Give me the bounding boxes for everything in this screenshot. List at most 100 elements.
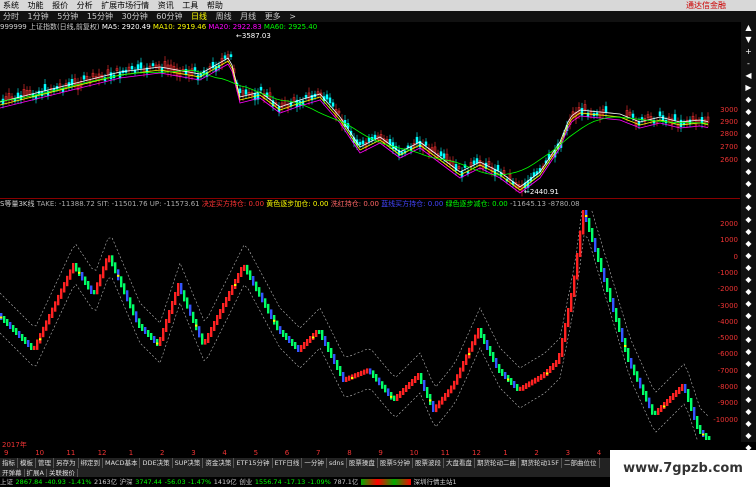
indicator-dot: [156, 342, 159, 345]
server-label[interactable]: 深圳行情主站1: [414, 478, 457, 486]
tf-more-arrow[interactable]: >: [286, 11, 299, 22]
tab-10[interactable]: ETF日线: [273, 458, 303, 468]
side-tool-32[interactable]: ◆: [741, 406, 756, 418]
indicator-bar: [423, 380, 426, 391]
tab-3[interactable]: 另存为: [54, 458, 79, 468]
side-tool-26[interactable]: ◆: [741, 334, 756, 346]
menu-news[interactable]: 资讯: [155, 0, 177, 11]
tf-60min[interactable]: 60分钟: [153, 11, 185, 22]
indicator-title[interactable]: S等量3K线: [0, 200, 35, 208]
side-tool-13[interactable]: ◆: [741, 178, 756, 190]
tab-19[interactable]: 二部曲位位: [562, 458, 600, 468]
side-tool-31[interactable]: ◆: [741, 394, 756, 406]
indicator-info-bar: S等量3K线 TAKE: -11388.72 SIT: -11501.76 UP…: [0, 199, 718, 210]
menu-help[interactable]: 帮助: [204, 0, 226, 11]
menu-system[interactable]: 系统: [0, 0, 22, 11]
tf-intraday[interactable]: 分时: [0, 11, 22, 22]
side-tool-12[interactable]: ◆: [741, 166, 756, 178]
indicator-bar: [18, 331, 21, 338]
tab-4[interactable]: 绑定到: [79, 458, 103, 468]
tab-6[interactable]: DDE决策: [140, 458, 173, 468]
side-tool-25[interactable]: ◆: [741, 322, 756, 334]
tab-8[interactable]: 资金决策: [203, 458, 235, 468]
tab-18[interactable]: 期货轮动15F: [519, 458, 563, 468]
menu-quote[interactable]: 报价: [49, 0, 71, 11]
tab-15[interactable]: 股票波段: [413, 458, 445, 468]
tf-weekly[interactable]: 周线: [213, 11, 235, 22]
side-tool-8[interactable]: ◆: [741, 118, 756, 130]
price-chart[interactable]: [0, 22, 718, 198]
side-tool-3[interactable]: -: [741, 58, 756, 70]
side-tool-20[interactable]: ◆: [741, 262, 756, 274]
indicator-bar: [699, 425, 702, 434]
indicator-bar: [324, 336, 327, 346]
side-tool-15[interactable]: ◆: [741, 202, 756, 214]
side-tool-18[interactable]: ◆: [741, 238, 756, 250]
tf-daily[interactable]: 日线: [188, 11, 210, 22]
side-tool-33[interactable]: ◆: [741, 418, 756, 430]
tf-5min[interactable]: 5分钟: [54, 11, 81, 22]
side-tool-14[interactable]: ◆: [741, 190, 756, 202]
tab-5[interactable]: MACD基本: [103, 458, 141, 468]
tab-9[interactable]: ETF15分钟: [234, 458, 273, 468]
menu-analysis[interactable]: 分析: [74, 0, 96, 11]
price-candle: [454, 159, 458, 176]
indicator-bar: [426, 387, 429, 398]
tab-14[interactable]: 股票5分钟: [378, 458, 414, 468]
tf-1min[interactable]: 1分钟: [25, 11, 52, 22]
tab-7[interactable]: SUP决策: [173, 458, 204, 468]
hs-amount: 1419亿: [213, 478, 237, 486]
side-tool-17[interactable]: ◆: [741, 226, 756, 238]
tf-30min[interactable]: 30分钟: [119, 11, 151, 22]
tab-12[interactable]: sdns: [327, 458, 347, 468]
tab-11[interactable]: 一分钟: [302, 458, 327, 468]
side-tool-27[interactable]: ◆: [741, 346, 756, 358]
side-tool-29[interactable]: ◆: [741, 370, 756, 382]
side-tool-5[interactable]: ▶: [741, 82, 756, 94]
tab-17[interactable]: 期货轮动二曲: [475, 458, 520, 468]
indicator-bar: [570, 293, 573, 312]
side-tool-19[interactable]: ◆: [741, 250, 756, 262]
indicator-axis-tick: -7000: [717, 366, 738, 375]
tab-16[interactable]: 大盘看盘: [444, 458, 476, 468]
side-tool-30[interactable]: ◆: [741, 382, 756, 394]
tab-1[interactable]: 模板: [18, 458, 36, 468]
indicator-bar: [84, 276, 87, 285]
side-tool-34[interactable]: ◆: [741, 430, 756, 442]
menu-function[interactable]: 功能: [25, 0, 47, 11]
tab-2[interactable]: 管理: [36, 458, 54, 468]
tf-monthly[interactable]: 月线: [237, 11, 259, 22]
side-tool-4[interactable]: ◀: [741, 70, 756, 82]
right-axis: 3000 2900 2800 2700 2600 2000 1000 0 -1000 -2000 -…: [713, 22, 740, 424]
side-tool-10[interactable]: ◆: [741, 142, 756, 154]
tab-0[interactable]: 指标: [0, 458, 18, 468]
side-tool-9[interactable]: ◆: [741, 130, 756, 142]
tf-more[interactable]: 更多: [262, 11, 284, 22]
menu-extended-market[interactable]: 扩展市场行情: [98, 0, 152, 11]
indicator-bar: [645, 391, 648, 402]
date-tick: 4: [222, 449, 227, 457]
tab-13[interactable]: 股票操盘: [347, 458, 378, 468]
side-tool-2[interactable]: +: [741, 46, 756, 58]
price-candle: [145, 63, 149, 78]
side-tool-0[interactable]: ▲: [741, 22, 756, 34]
indicator-bar: [63, 282, 66, 293]
side-tool-22[interactable]: ◆: [741, 286, 756, 298]
tf-15min[interactable]: 15分钟: [84, 11, 116, 22]
hs-value: 3747.44: [135, 478, 163, 486]
side-tool-7[interactable]: ◆: [741, 106, 756, 118]
side-tool-16[interactable]: ◆: [741, 214, 756, 226]
side-toolbar[interactable]: ▲ ▼ + - ◀ ▶ ◆ ◆ ◆ ◆ ◆ ◆ ◆ ◆ ◆ ◆ ◆ ◆ ◆ ◆ ◆ ◆ ◆ ◆ ◆ ◆ ◆ ◆ ◆ ◆ ◆ ◆ ◆ ◆ ◆ ◆: [741, 22, 756, 452]
indicator-bar: [54, 301, 57, 312]
side-tool-6[interactable]: ◆: [741, 94, 756, 106]
side-tool-11[interactable]: ◆: [741, 154, 756, 166]
side-tool-28[interactable]: ◆: [741, 358, 756, 370]
indicator-dot: [702, 433, 705, 436]
side-tool-24[interactable]: ◆: [741, 310, 756, 322]
promo-link[interactable]: 通达信金融: [686, 0, 726, 11]
side-tool-1[interactable]: ▼: [741, 34, 756, 46]
side-tool-21[interactable]: ◆: [741, 274, 756, 286]
side-tool-23[interactable]: ◆: [741, 298, 756, 310]
indicator-chart[interactable]: [0, 210, 718, 440]
menu-tools[interactable]: 工具: [179, 0, 201, 11]
